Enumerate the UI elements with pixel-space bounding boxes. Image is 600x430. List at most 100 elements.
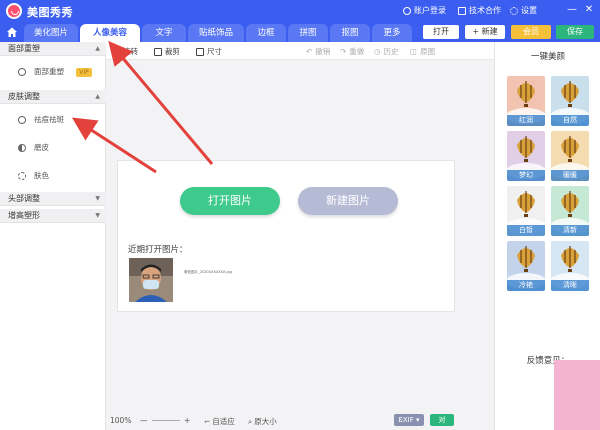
zoom-value: 100%: [110, 416, 132, 425]
size-tool[interactable]: 尺寸: [196, 46, 222, 57]
account-login-link[interactable]: 账户登录: [403, 5, 446, 16]
section-face-reshape[interactable]: 面部重塑 ▲: [0, 42, 106, 56]
tech-coop-label: 技术合作: [469, 6, 501, 15]
effect-label: 冷艳: [507, 280, 545, 291]
fit-label: 自适应: [212, 417, 235, 426]
tab-collage[interactable]: 拼图: [288, 24, 328, 42]
rotate-label: 旋转: [123, 47, 138, 56]
effect-tile[interactable]: 清晰: [551, 241, 589, 291]
plus-icon: +: [184, 416, 191, 425]
open-button[interactable]: 打开: [423, 25, 459, 39]
account-login-label: 账户登录: [414, 6, 446, 15]
section-label: 面部重塑: [8, 44, 40, 53]
exif-button[interactable]: EXIF ▾: [394, 414, 424, 426]
minimize-button[interactable]: —: [566, 4, 578, 16]
item-smooth-skin[interactable]: 磨皮: [0, 136, 106, 160]
corner-overlay: [554, 360, 600, 430]
effect-tile[interactable]: 红润: [507, 76, 545, 126]
crop-icon: [154, 47, 162, 56]
effect-tile[interactable]: 梦幻: [507, 131, 545, 181]
history-label: 历史: [383, 47, 399, 56]
portrait-photo: [129, 258, 173, 302]
zoom-level: 100%: [110, 416, 131, 425]
save-button[interactable]: 保存: [556, 25, 594, 39]
rotate-icon: [112, 47, 120, 56]
settings-label: 设置: [521, 6, 537, 15]
undo-icon: ↶: [306, 47, 313, 56]
app-title: 美图秀秀: [27, 6, 73, 19]
collapse-arrow-icon: ▲: [95, 93, 100, 100]
effect-tile[interactable]: 白皙: [507, 186, 545, 236]
gear-icon: [510, 6, 518, 15]
effect-tile[interactable]: 冷艳: [507, 241, 545, 291]
zoom-out-button[interactable]: —: [140, 416, 148, 425]
main-canvas-area: 旋转 裁剪 尺寸 ↶ 撤销 ↷ 重做 ◷ 历史 ◫ 原图 打开图片 新建图片 近…: [106, 42, 494, 426]
expand-arrow-icon: ▼: [95, 212, 100, 219]
item-label: 肤色: [34, 171, 49, 180]
new-button[interactable]: + 新建: [465, 25, 505, 39]
title-bar: 美图秀秀 账户登录 技术合作 设置 — ✕: [0, 0, 600, 22]
section-height-shape[interactable]: 增高塑形 ▼: [0, 209, 106, 223]
history-tool[interactable]: ◷ 历史: [374, 46, 399, 57]
new-image-button[interactable]: 新建图片: [298, 187, 398, 215]
new-label: + 新建: [472, 27, 498, 36]
section-skin-adjust[interactable]: 皮肤调整 ▲: [0, 90, 106, 104]
expand-arrow-icon: ▼: [95, 195, 100, 202]
tab-cutout[interactable]: 抠图: [330, 24, 370, 42]
effect-label: 清晰: [551, 280, 589, 291]
undo-label: 撤销: [315, 47, 331, 56]
effect-tile[interactable]: 自然: [551, 76, 589, 126]
item-skin-tone[interactable]: 肤色: [0, 164, 106, 188]
left-panel: 面部重塑 ▲ 面部重塑 VIP 皮肤调整 ▲ 祛痘祛斑 磨皮 肤色 头部调整 ▼…: [0, 42, 106, 430]
tab-beautify[interactable]: 美化图片: [24, 24, 78, 42]
effect-label: 白皙: [507, 225, 545, 236]
size-icon: [196, 47, 204, 56]
item-blemish-removal[interactable]: 祛痘祛斑: [0, 108, 106, 132]
original-size-label: 原大小: [254, 417, 277, 426]
one-click-beauty-title: 一键美颜: [530, 52, 565, 62]
history-icon: ◷: [374, 47, 381, 56]
open-image-button[interactable]: 打开图片: [180, 187, 280, 215]
fit-button[interactable]: ⌐ 自适应: [204, 416, 235, 427]
original-size-button[interactable]: ⌕ 原大小: [248, 416, 277, 427]
zoom-in-button[interactable]: +: [184, 416, 190, 425]
cooperation-icon: [458, 6, 466, 15]
original-tool[interactable]: ◫ 原图: [410, 46, 435, 57]
home-icon[interactable]: [6, 26, 18, 38]
redo-icon: ↷: [340, 47, 347, 56]
face-icon: [18, 68, 26, 76]
tab-frame[interactable]: 边框: [246, 24, 286, 42]
settings-link[interactable]: 设置: [510, 5, 537, 16]
open-label: 打开: [433, 27, 449, 36]
section-label: 皮肤调整: [8, 92, 40, 101]
item-face-reshape[interactable]: 面部重塑 VIP: [0, 60, 106, 84]
item-label: 祛痘祛斑: [34, 115, 64, 124]
smooth-icon: [18, 144, 26, 152]
recent-image-thumbnail[interactable]: [129, 258, 173, 302]
tab-more[interactable]: 更多: [372, 24, 412, 42]
magnifier-icon: ⌕: [248, 416, 253, 426]
original-icon: ◫: [410, 47, 418, 56]
tab-text[interactable]: 文字: [142, 24, 186, 42]
skin-tone-icon: [18, 172, 26, 180]
close-button[interactable]: ✕: [583, 4, 595, 16]
effect-label: 清新: [551, 225, 589, 236]
undo-tool[interactable]: ↶ 撤销: [306, 46, 330, 57]
vip-button[interactable]: 会员: [511, 25, 551, 39]
section-head-adjust[interactable]: 头部调整 ▼: [0, 192, 106, 206]
tab-stickers[interactable]: 贴纸饰品: [188, 24, 244, 42]
redo-tool[interactable]: ↷ 重做: [340, 46, 364, 57]
effect-tile[interactable]: 清新: [551, 186, 589, 236]
effect-tile[interactable]: 暖暖: [551, 131, 589, 181]
tab-portrait[interactable]: 人像美容: [80, 24, 140, 42]
rotate-tool[interactable]: 旋转: [112, 46, 138, 57]
crop-tool[interactable]: 裁剪: [154, 46, 180, 57]
compare-button[interactable]: 对: [430, 414, 454, 426]
zoom-slider[interactable]: [152, 420, 180, 421]
blemish-icon: [18, 116, 26, 124]
tech-coop-link[interactable]: 技术合作: [458, 5, 501, 16]
effect-label: 自然: [551, 115, 589, 126]
effect-label: 梦幻: [507, 170, 545, 181]
item-label: 磨皮: [34, 143, 49, 152]
user-icon: [403, 6, 411, 15]
